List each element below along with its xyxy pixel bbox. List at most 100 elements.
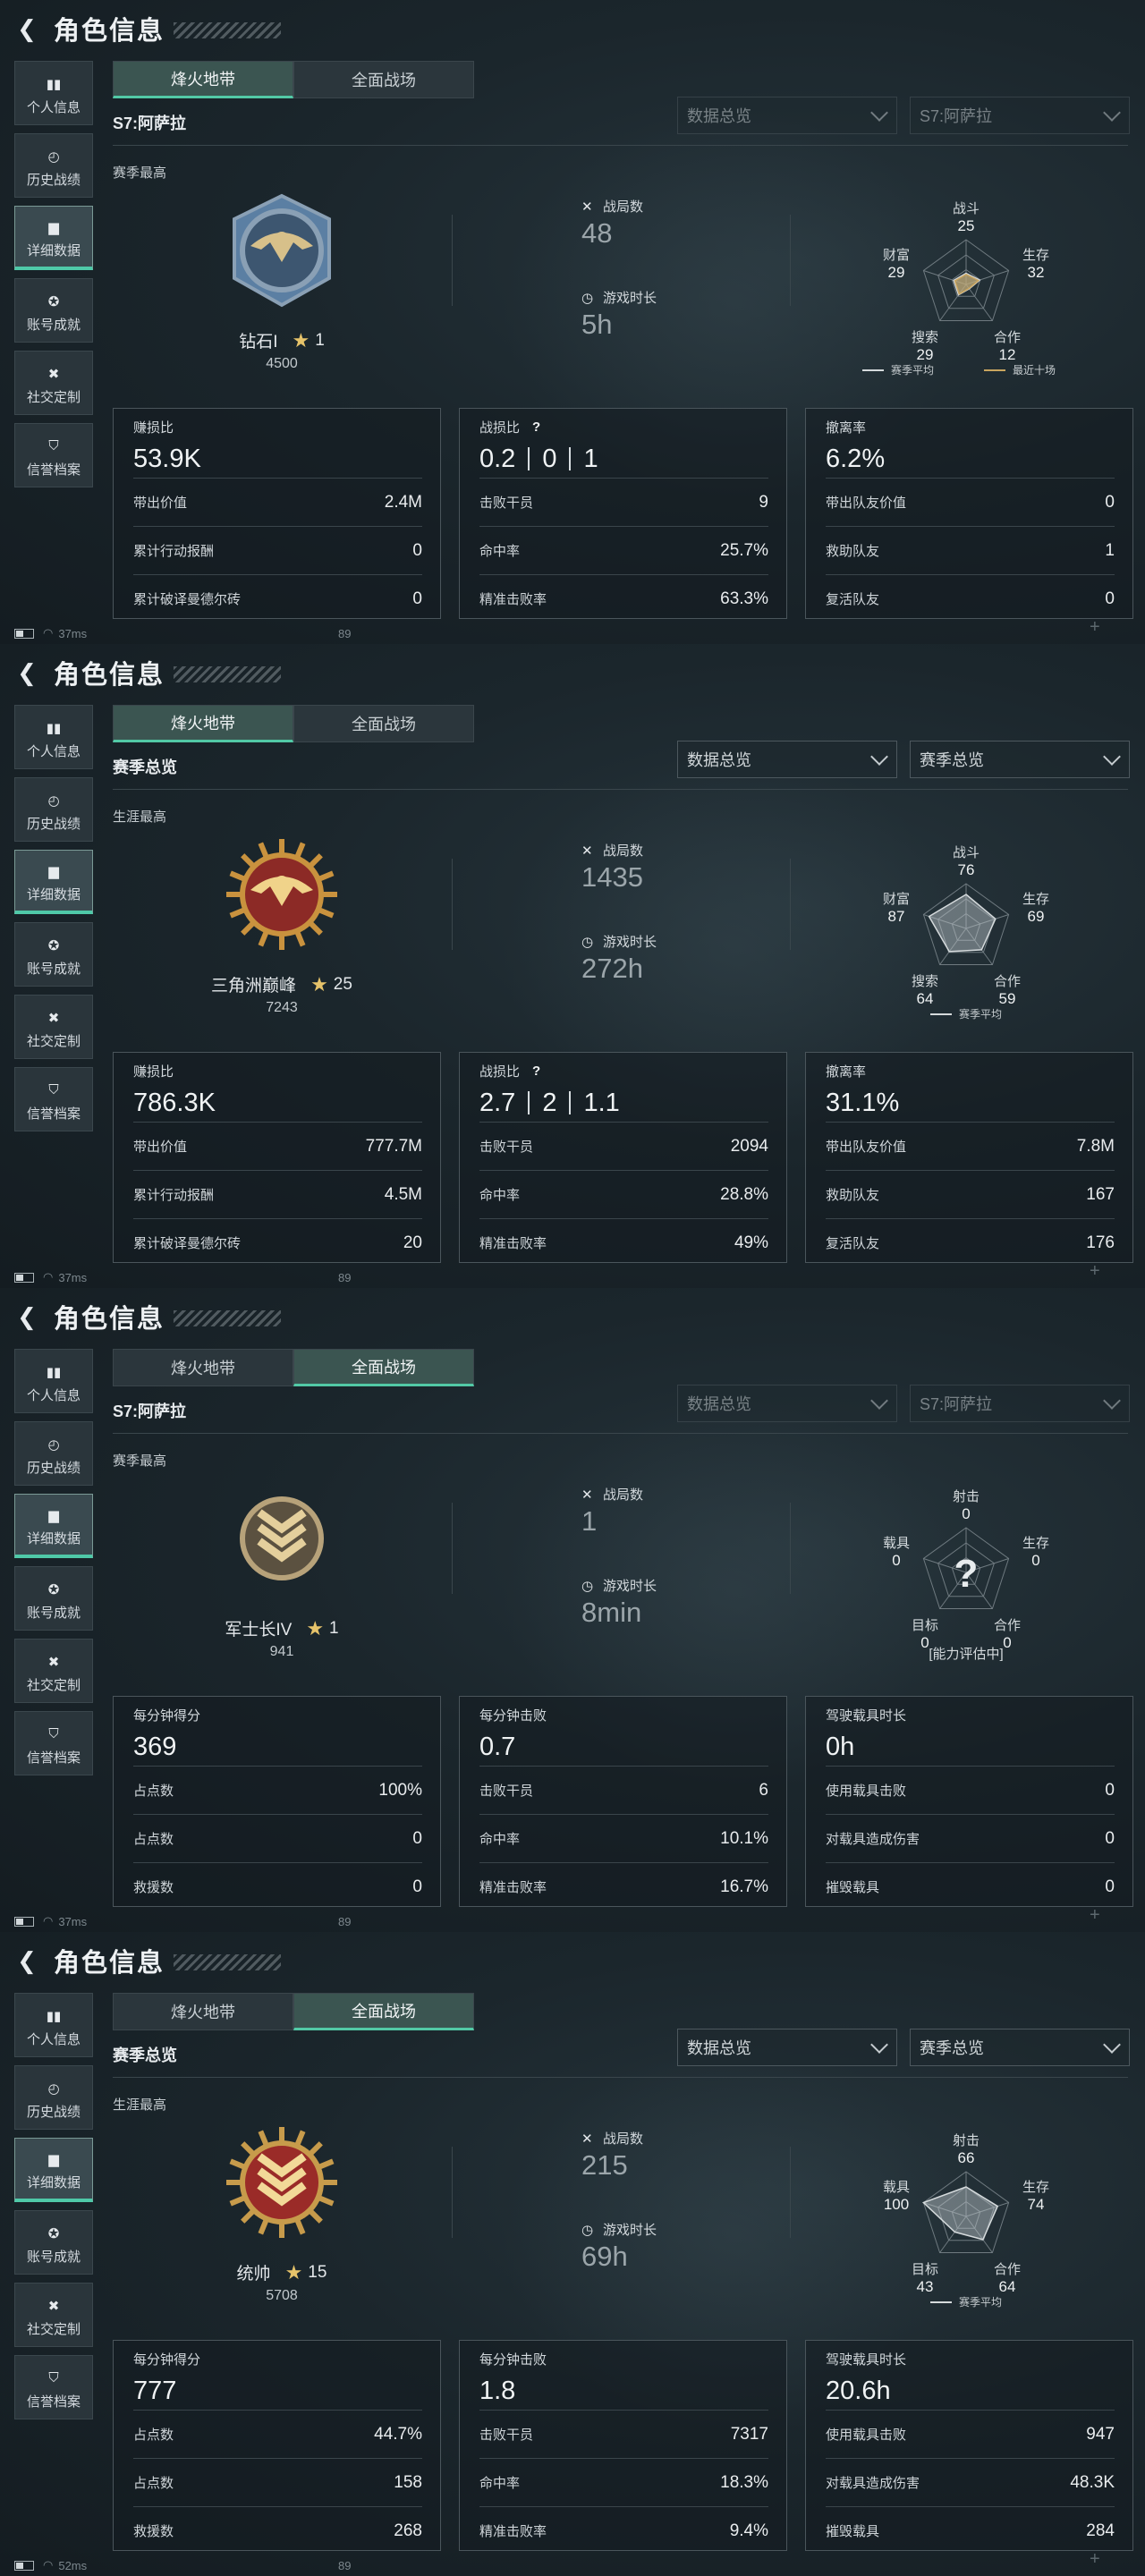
tab-battlefield[interactable]: 全面战场: [293, 705, 474, 742]
stat-row: 占点数 0: [133, 1814, 422, 1862]
filter-dropdowns: 数据总览 赛季总览: [677, 741, 1142, 778]
sidebar-item-5[interactable]: ⛉ 信誉档案: [14, 1711, 93, 1775]
sidebar-item-2[interactable]: ▆ 详细数据: [14, 206, 93, 270]
tab-firezone[interactable]: 烽火地带: [113, 1349, 293, 1386]
sidebar-item-2[interactable]: ▆ 详细数据: [14, 2138, 93, 2202]
card-main-value: 1.8: [479, 2372, 768, 2410]
rank-name-row: 三角洲巅峰 ★ 25: [188, 972, 376, 996]
playtime-value: 5h: [581, 309, 613, 340]
stat-label: 摧毁载具: [826, 1880, 880, 1895]
season-dropdown[interactable]: 赛季总览: [910, 2029, 1130, 2066]
divider: [569, 1091, 572, 1114]
star-icon: ★: [292, 328, 310, 352]
sidebar-item-1[interactable]: ◴ 历史战绩: [14, 777, 93, 842]
matches-value: 215: [581, 2149, 628, 2181]
back-arrow-icon[interactable]: ❮: [13, 1302, 41, 1331]
card-title: 撤离率: [826, 420, 867, 436]
data-overview-dropdown[interactable]: 数据总览: [677, 97, 897, 134]
tab-firezone[interactable]: 烽火地带: [113, 705, 293, 742]
data-overview-dropdown[interactable]: 数据总览: [677, 741, 897, 778]
stat-label: 命中率: [479, 544, 521, 559]
sidebar-item-label: 个人信息: [26, 1387, 81, 1403]
back-arrow-icon[interactable]: ❮: [13, 1946, 41, 1975]
sidebar-item-3[interactable]: ✪ 账号成就: [14, 2210, 93, 2275]
card-main-number: 0.2: [479, 444, 516, 473]
matches-stat: ✕ 战局数 1: [581, 1485, 643, 1538]
back-arrow-icon[interactable]: ❮: [13, 14, 41, 43]
divider: [528, 1091, 530, 1114]
season-dropdown[interactable]: S7:阿萨拉: [910, 1385, 1130, 1422]
sidebar-item-label: 个人信息: [26, 743, 81, 759]
filter-dropdowns: 数据总览 S7:阿萨拉: [677, 1385, 1142, 1422]
matches-label: 战局数: [603, 843, 644, 859]
season-dropdown[interactable]: 赛季总览: [910, 741, 1130, 778]
card-title: 赚损比: [133, 1064, 174, 1080]
radar-axis-label: 财富: [883, 891, 910, 907]
tab-firezone[interactable]: 烽火地带: [113, 1993, 293, 2030]
data-overview-dropdown[interactable]: 数据总览: [677, 1385, 897, 1422]
sidebar-item-1[interactable]: ◴ 历史战绩: [14, 133, 93, 198]
title-hatch-decoration: [174, 1954, 282, 1970]
sidebar-item-4[interactable]: ✖ 社交定制: [14, 2283, 93, 2347]
rank-points: 7243: [266, 1000, 298, 1015]
stat-label: 累计行动报酬: [133, 544, 215, 559]
stat-label: 精准击败率: [479, 1880, 547, 1895]
stat-row: 精准击败率 49%: [479, 1218, 768, 1267]
chevron-down-icon: [870, 104, 888, 122]
stat-label: 带出价值: [133, 1140, 188, 1155]
sidebar-item-5[interactable]: ⛉ 信誉档案: [14, 2355, 93, 2419]
stat-row: 累计行动报酬 4.5M: [133, 1170, 422, 1218]
sidebar-item-3[interactable]: ✪ 账号成就: [14, 1566, 93, 1631]
matches-value: 1: [581, 1505, 598, 1537]
sidebar-item-4[interactable]: ✖ 社交定制: [14, 995, 93, 1059]
stat-value: 947: [1086, 2424, 1115, 2444]
radar-axis-value: 69: [1028, 908, 1045, 925]
sidebar-item-1[interactable]: ◴ 历史战绩: [14, 1421, 93, 1486]
rank-badge-icon: [224, 192, 340, 309]
radar-axis-value: 0: [920, 1634, 929, 1651]
sidebar-item-4[interactable]: ✖ 社交定制: [14, 351, 93, 415]
radar-axis-label: 目标: [912, 1618, 938, 1633]
help-icon[interactable]: ?: [532, 419, 540, 435]
sidebar-item-0[interactable]: ▮▮ 个人信息: [14, 1349, 93, 1413]
card-title: 每分钟击败: [479, 2352, 547, 2368]
stat-label: 救援数: [133, 1880, 174, 1895]
stat-value: 777.7M: [365, 1136, 422, 1156]
stat-row: 摧毁载具 0: [826, 1862, 1115, 1911]
tab-battlefield[interactable]: 全面战场: [293, 1349, 474, 1386]
stat-label: 精准击败率: [479, 592, 547, 607]
stat-value: 0: [412, 540, 422, 560]
sidebar-item-1[interactable]: ◴ 历史战绩: [14, 2065, 93, 2130]
plus-icon: +: [1090, 1261, 1100, 1281]
ping-value: 52ms: [58, 2558, 88, 2572]
sidebar-item-0[interactable]: ▮▮ 个人信息: [14, 705, 93, 769]
stat-value: 0: [1105, 589, 1115, 608]
folder-icon: ▆: [48, 2152, 59, 2167]
playtime-stat: ◷ 游戏时长 8min: [581, 1576, 657, 1629]
back-arrow-icon[interactable]: ❮: [13, 658, 41, 687]
sidebar-item-0[interactable]: ▮▮ 个人信息: [14, 1993, 93, 2057]
status-bar: ◠ 37ms 89: [14, 626, 351, 640]
stat-value: 0: [1105, 492, 1115, 512]
data-overview-dropdown[interactable]: 数据总览: [677, 2029, 897, 2066]
stat-value: 167: [1086, 1184, 1115, 1204]
season-dropdown[interactable]: S7:阿萨拉: [910, 97, 1130, 134]
sidebar-item-4[interactable]: ✖ 社交定制: [14, 1639, 93, 1703]
sidebar-item-3[interactable]: ✪ 账号成就: [14, 278, 93, 343]
tab-battlefield[interactable]: 全面战场: [293, 1993, 474, 2030]
sidebar-item-5[interactable]: ⛉ 信誉档案: [14, 1067, 93, 1131]
filter-dropdowns: 数据总览 赛季总览: [677, 2029, 1142, 2066]
help-icon[interactable]: ?: [532, 1063, 540, 1079]
sidebar-item-3[interactable]: ✪ 账号成就: [14, 922, 93, 987]
sidebar-item-2[interactable]: ▆ 详细数据: [14, 1494, 93, 1558]
divider: [452, 859, 453, 950]
sidebar: ▮▮ 个人信息 ◴ 历史战绩 ▆ 详细数据 ✪ 账号成就 ✖ 社交定制 ⛉ 信誉档案: [14, 705, 93, 1140]
sidebar-item-0[interactable]: ▮▮ 个人信息: [14, 61, 93, 125]
stat-value: 284: [1086, 2521, 1115, 2540]
tab-firezone[interactable]: 烽火地带: [113, 61, 293, 98]
sidebar-item-5[interactable]: ⛉ 信誉档案: [14, 423, 93, 487]
stat-row: 击败干员 9: [479, 478, 768, 526]
card-main-number: 1: [583, 444, 598, 473]
tab-battlefield[interactable]: 全面战场: [293, 61, 474, 98]
sidebar-item-2[interactable]: ▆ 详细数据: [14, 850, 93, 914]
